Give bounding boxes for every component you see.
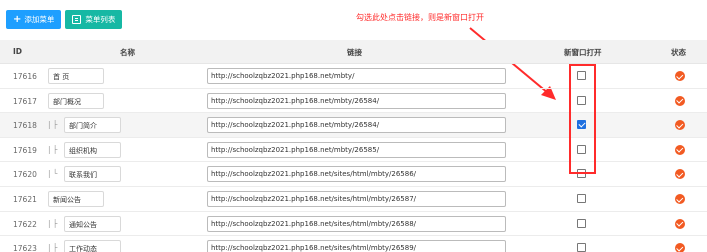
table-row: 17620 | └ 联系我们 http://schoolzqbz2021.php168…: [0, 162, 707, 187]
menu-name-input[interactable]: 通知公告: [64, 215, 121, 232]
menu-link-input[interactable]: http://schoolzqbz2021.php168.net/mbty/: [207, 68, 506, 84]
table-row: 17623 | ├ 工作动态 http://schoolzqbz2021.php168…: [0, 236, 707, 252]
header-status: 状态: [671, 48, 686, 57]
table-row: 17616 首 页 http://schoolzqbz2021.php168.net…: [0, 64, 707, 89]
annotation-text: 勾选此处点击链接，则是新窗口打开: [356, 13, 484, 22]
header-name: 名称: [120, 48, 135, 57]
new-window-checkbox[interactable]: [577, 218, 586, 228]
row-id: 17616: [13, 72, 37, 81]
row-id: 17622: [13, 219, 37, 229]
annotation-highlight-box: [569, 64, 596, 174]
tree-indent: | └: [48, 169, 58, 179]
menu-name-input[interactable]: 联系我们: [64, 166, 121, 183]
menu-link-input[interactable]: http://schoolzqbz2021.php168.net/mbty/26…: [207, 92, 506, 109]
tree-indent: | ├: [48, 120, 58, 130]
status-check-icon[interactable]: [675, 218, 685, 229]
table-row: 17619 | ├ 组织机构 http://schoolzqbz2021.php168…: [0, 138, 707, 163]
add-menu-label: 添加菜单: [24, 15, 55, 24]
row-id: 17619: [13, 145, 37, 155]
menu-name-input[interactable]: 工作动态: [64, 240, 121, 252]
menu-name-input[interactable]: 部门概况: [48, 92, 104, 109]
menu-link-input[interactable]: http://schoolzqbz2021.php168.net/sites/h…: [207, 166, 506, 183]
table-row: 17621 新闻公告 http://schoolzqbz2021.php168.ne…: [0, 187, 707, 212]
row-id: 17623: [13, 244, 37, 252]
row-id: 17620: [13, 170, 37, 180]
table-row: 17618 | ├ 部门简介 http://schoolzqbz2021.php168…: [0, 113, 707, 138]
menu-link-input[interactable]: http://schoolzqbz2021.php168.net/sites/h…: [207, 191, 506, 207]
row-id: 17617: [13, 96, 37, 106]
menu-name-input[interactable]: 部门简介: [64, 117, 121, 134]
tree-indent: | ├: [48, 243, 58, 252]
header-new-window: 新窗口打开: [564, 48, 602, 57]
add-menu-button[interactable]: + 添加菜单: [6, 10, 62, 29]
status-check-icon[interactable]: [675, 144, 685, 155]
status-check-icon[interactable]: [675, 95, 685, 106]
menu-link-input[interactable]: http://schoolzqbz2021.php168.net/mbty/26…: [207, 141, 506, 158]
tree-indent: | ├: [48, 144, 58, 154]
new-window-checkbox[interactable]: [577, 194, 586, 203]
menu-list-button[interactable]: 菜单列表: [65, 10, 123, 29]
header-link: 链接: [347, 48, 362, 57]
row-id: 17621: [13, 195, 37, 204]
toolbar: + 添加菜单 菜单列表: [6, 10, 123, 30]
menu-name-input[interactable]: 首 页: [48, 68, 104, 84]
tree-indent: | ├: [48, 218, 58, 228]
table-row: 17622 | ├ 通知公告 http://schoolzqbz2021.php168…: [0, 212, 707, 237]
menu-list-label: 菜单列表: [85, 15, 116, 24]
menu-link-input[interactable]: http://schoolzqbz2021.php168.net/sites/h…: [207, 240, 506, 252]
plus-icon: +: [13, 13, 22, 25]
table-row: 17617 部门概况 http://schoolzqbz2021.php168.ne…: [0, 89, 707, 114]
table-header: ID 名称 链接 新窗口打开 状态: [0, 40, 707, 64]
menu-name-input[interactable]: 组织机构: [64, 141, 121, 158]
header-id: ID: [13, 47, 23, 56]
status-check-icon[interactable]: [675, 71, 685, 81]
status-check-icon[interactable]: [675, 194, 685, 204]
menu-name-input[interactable]: 新闻公告: [48, 191, 104, 207]
status-check-icon[interactable]: [675, 120, 685, 131]
status-check-icon[interactable]: [675, 169, 685, 180]
row-id: 17618: [13, 121, 37, 131]
menu-link-input[interactable]: http://schoolzqbz2021.php168.net/sites/h…: [207, 215, 506, 232]
status-check-icon[interactable]: [675, 243, 685, 252]
list-icon: [72, 15, 82, 24]
new-window-checkbox[interactable]: [577, 243, 586, 252]
menu-link-input[interactable]: http://schoolzqbz2021.php168.net/mbty/26…: [207, 117, 506, 134]
